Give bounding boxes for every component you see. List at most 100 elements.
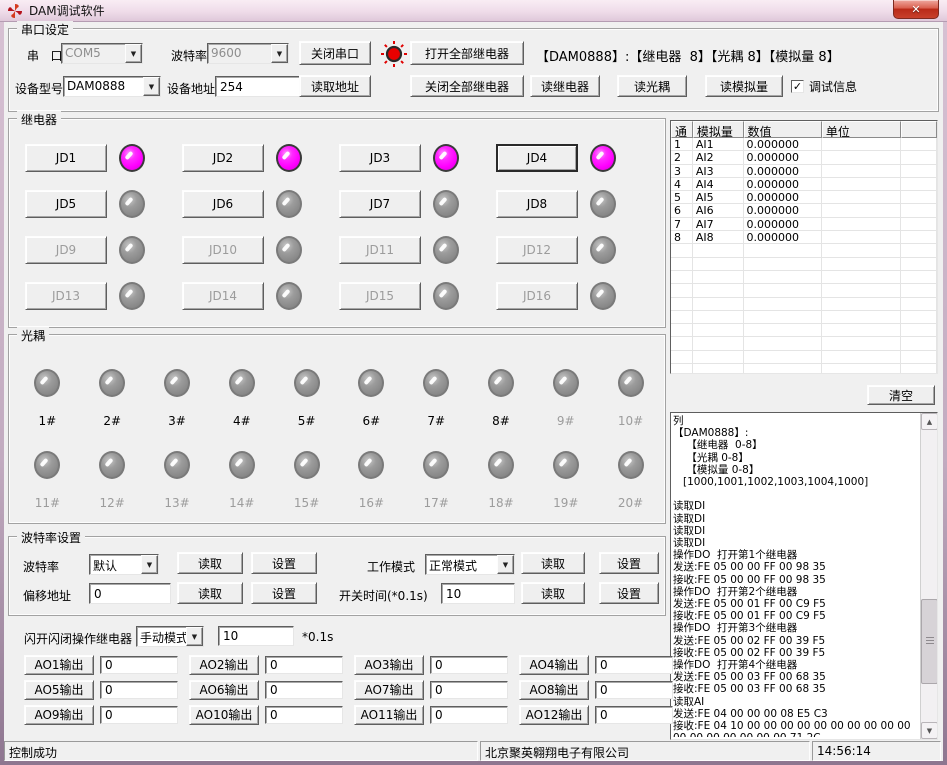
relay-button-jd9[interactable]: JD9: [25, 236, 107, 264]
checkbox-box[interactable]: ✓: [791, 80, 804, 93]
ao-button-ao2[interactable]: AO2输出: [189, 655, 259, 675]
table-row[interactable]: [671, 324, 937, 337]
ao-button-ao4[interactable]: AO4输出: [519, 655, 589, 675]
work-mode-set-button[interactable]: 设置: [599, 552, 659, 574]
work-mode-arrow[interactable]: ▼: [497, 555, 514, 574]
switch-time-read-button[interactable]: 读取: [521, 582, 585, 604]
ao-input-ao7[interactable]: [430, 681, 508, 699]
ao-input-ao10[interactable]: [265, 706, 343, 724]
clear-log-button[interactable]: 清空: [867, 385, 935, 405]
relay-button-jd16[interactable]: JD16: [496, 282, 578, 310]
relay-button-jd2[interactable]: JD2: [182, 144, 264, 172]
ao-input-ao3[interactable]: [430, 656, 508, 674]
relay-button-jd1[interactable]: JD1: [25, 144, 107, 172]
title-bar[interactable]: DAM调试软件 ✕: [0, 0, 947, 22]
ao-input-ao5[interactable]: [100, 681, 178, 699]
ao-button-ao8[interactable]: AO8输出: [519, 680, 589, 700]
ao-input-ao9[interactable]: [100, 706, 178, 724]
read-analog-button[interactable]: 读模拟量: [705, 75, 783, 97]
scrollbar-thumb[interactable]: [921, 599, 938, 684]
table-row[interactable]: 1AI10.000000: [671, 138, 937, 151]
ao-button-ao3[interactable]: AO3输出: [354, 655, 424, 675]
table-row[interactable]: [671, 258, 937, 271]
relay-button-jd13[interactable]: JD13: [25, 282, 107, 310]
device-address-input[interactable]: [215, 76, 300, 97]
table-header-cell[interactable]: 数值: [744, 121, 822, 138]
model-select-arrow[interactable]: ▼: [143, 77, 160, 96]
baud-select[interactable]: 9600 ▼: [207, 43, 289, 64]
ao-input-ao2[interactable]: [265, 656, 343, 674]
port-select[interactable]: COM5 ▼: [61, 43, 143, 64]
table-row[interactable]: [671, 337, 937, 350]
offset-set-button[interactable]: 设置: [251, 582, 317, 604]
switch-time-set-button[interactable]: 设置: [599, 582, 659, 604]
log-scrollbar[interactable]: ▲ ▼: [920, 413, 937, 739]
relay-button-jd4[interactable]: JD4: [496, 144, 578, 172]
table-row[interactable]: 2AI20.000000: [671, 151, 937, 164]
table-row[interactable]: 5AI50.000000: [671, 191, 937, 204]
open-all-relays-button[interactable]: 打开全部继电器: [410, 41, 524, 65]
debug-info-checkbox[interactable]: ✓ 调试信息: [791, 78, 857, 95]
close-all-relays-button[interactable]: 关闭全部继电器: [410, 75, 524, 97]
ao-input-ao4[interactable]: [595, 656, 673, 674]
relay-button-jd14[interactable]: JD14: [182, 282, 264, 310]
read-address-button[interactable]: 读取地址: [299, 75, 371, 97]
table-row[interactable]: 6AI60.000000: [671, 204, 937, 217]
relay-button-jd3[interactable]: JD3: [339, 144, 421, 172]
relay-button-jd11[interactable]: JD11: [339, 236, 421, 264]
table-header-cell[interactable]: 通: [671, 121, 693, 138]
flash-time-input[interactable]: [218, 626, 294, 646]
scroll-down-icon[interactable]: ▼: [921, 722, 938, 739]
ao-button-ao7[interactable]: AO7输出: [354, 680, 424, 700]
table-header-cell[interactable]: 模拟量: [693, 121, 744, 138]
read-relay-button[interactable]: 读继电器: [530, 75, 600, 97]
table-row[interactable]: 8AI80.000000: [671, 231, 937, 244]
ao-button-ao10[interactable]: AO10输出: [189, 705, 259, 725]
table-row[interactable]: [671, 244, 937, 257]
relay-button-jd6[interactable]: JD6: [182, 190, 264, 218]
baud-select-arrow[interactable]: ▼: [271, 44, 288, 63]
offset-addr-input[interactable]: [89, 583, 171, 604]
close-serial-button[interactable]: 关闭串口: [299, 41, 371, 65]
table-header-cell[interactable]: [901, 121, 937, 138]
ao-button-ao5[interactable]: AO5输出: [24, 680, 94, 700]
debug-log[interactable]: 列【DAM0888】: 【继电器 0-8】 【光耦 0-8】 【模拟量 0-8】…: [670, 412, 938, 740]
table-row[interactable]: [671, 311, 937, 324]
read-opto-button[interactable]: 读光耦: [617, 75, 687, 97]
flash-mode-arrow[interactable]: ▼: [186, 627, 203, 646]
ao-button-ao12[interactable]: AO12输出: [519, 705, 589, 725]
port-select-arrow[interactable]: ▼: [125, 44, 142, 63]
work-mode-read-button[interactable]: 读取: [521, 552, 585, 574]
ao-input-ao11[interactable]: [430, 706, 508, 724]
close-button[interactable]: ✕: [893, 0, 939, 19]
table-row[interactable]: 3AI30.000000: [671, 165, 937, 178]
ao-input-ao1[interactable]: [100, 656, 178, 674]
ao-input-ao6[interactable]: [265, 681, 343, 699]
baud-read-button[interactable]: 读取: [177, 552, 243, 574]
table-header-cell[interactable]: 单位: [822, 121, 901, 138]
ao-button-ao9[interactable]: AO9输出: [24, 705, 94, 725]
relay-button-jd8[interactable]: JD8: [496, 190, 578, 218]
table-row[interactable]: [671, 364, 937, 374]
ao-input-ao12[interactable]: [595, 706, 673, 724]
work-mode-select[interactable]: 正常模式 ▼: [425, 554, 515, 575]
ao-input-ao8[interactable]: [595, 681, 673, 699]
baud-setting-arrow[interactable]: ▼: [141, 555, 158, 574]
table-row[interactable]: [671, 298, 937, 311]
baud-set-button[interactable]: 设置: [251, 552, 317, 574]
relay-button-jd10[interactable]: JD10: [182, 236, 264, 264]
switch-time-input[interactable]: [441, 583, 515, 604]
ao-button-ao11[interactable]: AO11输出: [354, 705, 424, 725]
table-row[interactable]: 7AI70.000000: [671, 218, 937, 231]
baud-setting-select[interactable]: 默认 ▼: [89, 554, 159, 575]
relay-button-jd15[interactable]: JD15: [339, 282, 421, 310]
ao-button-ao1[interactable]: AO1输出: [24, 655, 94, 675]
table-row[interactable]: [671, 351, 937, 364]
model-select[interactable]: DAM0888 ▼: [63, 76, 161, 97]
scroll-up-icon[interactable]: ▲: [921, 413, 938, 430]
relay-button-jd12[interactable]: JD12: [496, 236, 578, 264]
table-row[interactable]: 4AI40.000000: [671, 178, 937, 191]
ao-button-ao6[interactable]: AO6输出: [189, 680, 259, 700]
flash-mode-select[interactable]: 手动模式 ▼: [136, 626, 204, 647]
table-row[interactable]: [671, 271, 937, 284]
